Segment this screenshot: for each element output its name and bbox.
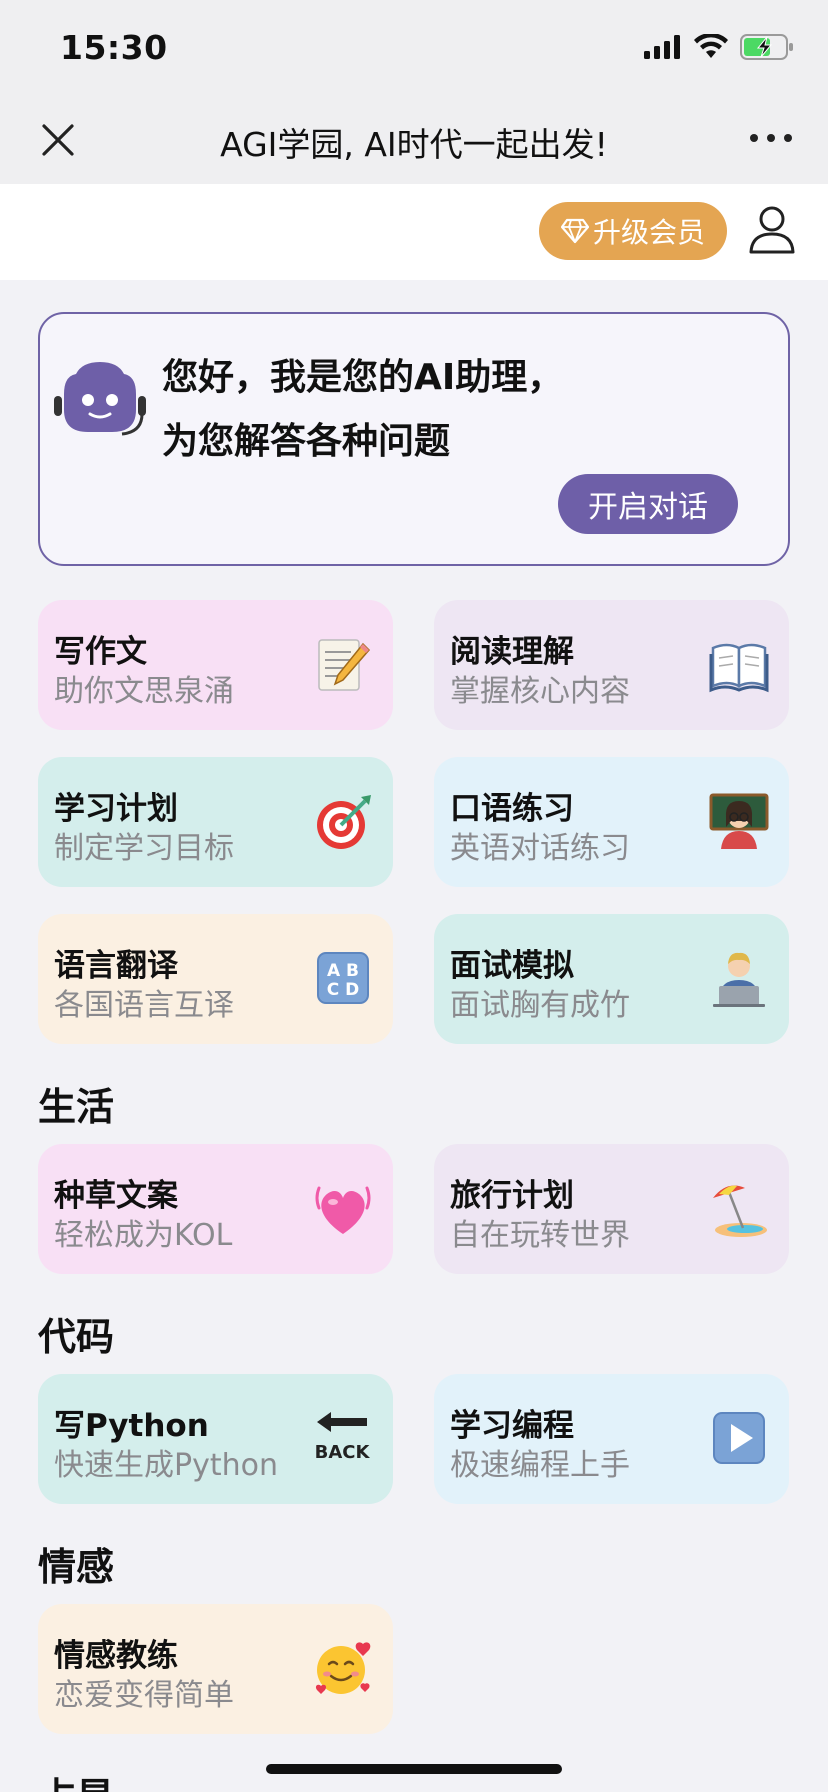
cellular-signal-icon	[644, 35, 680, 59]
feature-card-subtitle: 掌握核心内容	[450, 674, 630, 709]
assistant-greeting: 您好，我是您的AI助理， 为您解答各种问题	[162, 346, 563, 474]
feature-card-subtitle: 英语对话练习	[450, 831, 630, 866]
feature-card[interactable]: 写Python 快速生成Python BACK	[38, 1374, 393, 1504]
technologist-icon	[713, 952, 765, 1007]
robot-assistant-icon	[54, 362, 146, 436]
beach-umbrella-icon	[713, 1185, 767, 1237]
memo-icon	[318, 639, 371, 691]
start-chat-button[interactable]: 开启对话	[558, 474, 738, 534]
upgrade-vip-button[interactable]: 升级会员	[539, 202, 727, 260]
feature-card[interactable]: 阅读理解掌握核心内容	[434, 600, 789, 730]
battery-charging-icon	[740, 34, 793, 60]
dart-target-icon	[317, 795, 371, 849]
section-title-emotion: 情感	[38, 1545, 115, 1589]
teacher-icon	[709, 793, 769, 849]
feature-card-title: 面试模拟	[450, 948, 574, 984]
feature-card[interactable]: 种草文案轻松成为KOL	[38, 1144, 393, 1274]
feature-card[interactable]: 写作文 助你文思泉涌	[38, 600, 393, 730]
beating-heart-icon	[315, 1186, 371, 1234]
more-options-icon[interactable]	[750, 134, 792, 142]
back-arrow-icon: BACK	[315, 1412, 371, 1463]
status-time: 15:30	[60, 28, 168, 67]
feature-card-title: 阅读理解	[450, 634, 574, 670]
feature-card-subtitle: 各国语言互译	[54, 988, 234, 1023]
section-title-astrology: 占星	[38, 1766, 114, 1792]
abcd-icon: A BC D	[317, 952, 369, 1004]
svg-text:C D: C D	[327, 980, 360, 1000]
page-title: AGI学园, AI时代一起出发!	[220, 125, 608, 164]
feature-card-subtitle: 恋爱变得简单	[54, 1678, 234, 1713]
feature-card[interactable]: 情感教练恋爱变得简单	[38, 1604, 393, 1734]
feature-card[interactable]: 学习编程极速编程上手	[434, 1374, 789, 1504]
feature-card-title: 学习计划	[54, 791, 178, 827]
assistant-greeting-line2: 为您解答各种问题	[162, 421, 451, 462]
upgrade-vip-label: 升级会员	[592, 216, 705, 249]
feature-card-title: 种草文案	[54, 1178, 178, 1214]
feature-card-subtitle: 助你文思泉涌	[54, 674, 234, 709]
feature-card-subtitle: 极速编程上手	[450, 1448, 630, 1483]
feature-card-title: 语言翻译	[54, 948, 178, 984]
feature-card-subtitle: 制定学习目标	[54, 831, 234, 866]
svg-text:BACK: BACK	[315, 1442, 371, 1463]
feature-card-subtitle: 快速生成Python	[54, 1448, 278, 1483]
feature-card[interactable]: 面试模拟面试胸有成竹	[434, 914, 789, 1044]
feature-card-title: 口语练习	[450, 791, 574, 827]
ai-assistant-card[interactable]: 您好，我是您的AI助理， 为您解答各种问题 开启对话	[38, 312, 790, 566]
section-title-code: 代码	[38, 1315, 115, 1359]
svg-text:A B: A B	[327, 961, 359, 981]
feature-card-title: 旅行计划	[450, 1178, 574, 1214]
status-icons	[644, 34, 794, 60]
feature-card[interactable]: 语言翻译各国语言互译 A BC D	[38, 914, 393, 1044]
smiling-hearts-icon	[315, 1642, 371, 1694]
home-indicator	[266, 1764, 562, 1774]
feature-card-title: 写作文	[54, 634, 147, 670]
top-bar: 升级会员	[0, 184, 828, 280]
section-title-life: 生活	[38, 1085, 115, 1129]
feature-card-title: 写Python	[54, 1408, 209, 1444]
wifi-icon	[694, 34, 728, 58]
feature-card[interactable]: 学习计划制定学习目标	[38, 757, 393, 887]
user-profile-icon[interactable]	[748, 204, 796, 256]
feature-card-subtitle: 轻松成为KOL	[54, 1218, 233, 1253]
feature-card-subtitle: 面试胸有成竹	[450, 988, 630, 1023]
feature-card[interactable]: 口语练习英语对话练习	[434, 757, 789, 887]
open-book-icon	[709, 643, 769, 693]
feature-card-subtitle: 自在玩转世界	[450, 1218, 630, 1253]
feature-card-title: 情感教练	[54, 1638, 178, 1674]
feature-card-title: 学习编程	[450, 1408, 574, 1444]
nav-bar: AGI学园, AI时代一起出发!	[0, 96, 828, 184]
diamond-icon	[560, 218, 589, 244]
status-bar: 15:30	[0, 0, 828, 96]
play-button-icon	[713, 1412, 765, 1464]
feature-card[interactable]: 旅行计划自在玩转世界	[434, 1144, 789, 1274]
assistant-greeting-line1: 您好，我是您的AI助理，	[162, 357, 564, 398]
